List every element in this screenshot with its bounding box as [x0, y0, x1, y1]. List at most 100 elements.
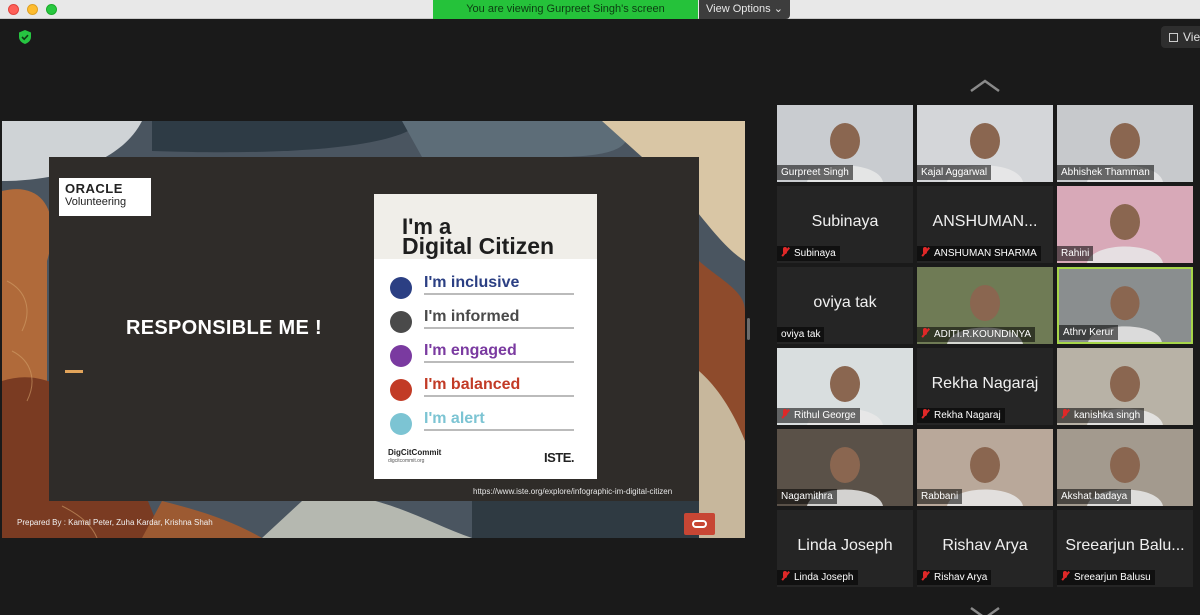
- gallery-scroll-up-icon[interactable]: [969, 79, 1001, 93]
- poster-item-label: I'm inclusive: [424, 274, 520, 291]
- digital-citizen-poster: I'm a Digital Citizen I'm inclusive I'm i…: [374, 194, 597, 479]
- participant-name-label: ADITI.R.KOUNDINYA: [917, 327, 1036, 342]
- participant-tile[interactable]: Abhishek Thamman: [1057, 105, 1193, 182]
- participant-tile[interactable]: Nagamithra: [777, 429, 913, 506]
- view-layout-label: Vie: [1183, 30, 1200, 44]
- participant-name: Rabbani: [921, 491, 959, 502]
- participant-tile[interactable]: kanishka singh: [1057, 348, 1193, 425]
- participant-name: Subinaya: [794, 248, 836, 259]
- poster-item-description: [424, 361, 574, 363]
- handshake-icon: [390, 277, 412, 299]
- shared-screen-slide: ORACLE Volunteering RESPONSIBLE ME ! I'm…: [2, 121, 745, 538]
- muted-mic-icon: [921, 328, 929, 338]
- participant-name: ANSHUMAN SHARMA: [934, 248, 1037, 259]
- participant-name-label: ANSHUMAN SHARMA: [917, 246, 1041, 261]
- participant-name: oviya tak: [781, 329, 821, 340]
- participant-name-label: Akshat badaya: [1057, 489, 1132, 504]
- chevron-down-icon: ⌄: [773, 3, 783, 15]
- participant-tile[interactable]: Sreearjun Balu... Sreearjun Balusu: [1057, 510, 1193, 587]
- participant-tile[interactable]: Gurpreet Singh: [777, 105, 913, 182]
- accent-line: [65, 370, 83, 373]
- participant-name-label: kanishka singh: [1057, 408, 1145, 423]
- muted-mic-icon: [921, 409, 929, 419]
- poster-item: I'm alert: [390, 410, 590, 440]
- poster-footer-left: DigCitCommit: [388, 448, 442, 457]
- participant-tile[interactable]: Rithul George: [777, 348, 913, 425]
- participant-name-label: oviya tak: [777, 327, 825, 342]
- participant-tile[interactable]: Rishav Arya Rishav Arya: [917, 510, 1053, 587]
- participant-name-label: Linda Joseph: [777, 570, 858, 585]
- poster-item-description: [424, 395, 574, 397]
- participant-name-label: Rabbani: [917, 489, 963, 504]
- scale-icon: [390, 379, 412, 401]
- participant-name: Linda Joseph: [794, 572, 854, 583]
- participant-name: Rekha Nagaraj: [934, 410, 1001, 421]
- participant-name: Gurpreet Singh: [781, 167, 849, 178]
- participant-name-label: Kajal Aggarwal: [917, 165, 992, 180]
- oracle-badge-icon: [684, 513, 715, 535]
- participant-tile[interactable]: Subinaya Subinaya: [777, 186, 913, 263]
- participant-tile[interactable]: Athrv Kerur: [1057, 267, 1193, 344]
- poster-header: I'm a Digital Citizen: [374, 194, 597, 259]
- grid-icon: [1169, 33, 1178, 42]
- poster-footer-small: digcitcommit.org: [388, 458, 425, 464]
- poster-item-label: I'm engaged: [424, 342, 517, 359]
- participant-tile[interactable]: Akshat badaya: [1057, 429, 1193, 506]
- participant-name: Rithul George: [794, 410, 856, 421]
- participant-name-display: Linda Joseph: [797, 537, 893, 554]
- poster-item-description: [424, 293, 574, 295]
- participant-name-label: Rishav Arya: [917, 570, 992, 585]
- participant-tile[interactable]: Rabbani: [917, 429, 1053, 506]
- muted-mic-icon: [1061, 409, 1069, 419]
- poster-item: I'm inclusive: [390, 274, 590, 304]
- fullscreen-window-button[interactable]: [46, 4, 57, 15]
- muted-mic-icon: [921, 247, 929, 257]
- poster-item-description: [424, 327, 574, 329]
- participant-name: Nagamithra: [781, 491, 833, 502]
- view-options-button[interactable]: View Options ⌄: [699, 0, 790, 19]
- participant-name-label: Gurpreet Singh: [777, 165, 853, 180]
- participant-tile[interactable]: Kajal Aggarwal: [917, 105, 1053, 182]
- participant-name-label: Rithul George: [777, 408, 860, 423]
- view-layout-button[interactable]: Vie: [1161, 26, 1200, 48]
- poster-title-line2: Digital Citizen: [402, 233, 555, 259]
- participant-tile[interactable]: Rekha Nagaraj Rekha Nagaraj: [917, 348, 1053, 425]
- view-options-label: View Options: [706, 3, 771, 15]
- poster-item: I'm balanced: [390, 376, 590, 406]
- participant-tile[interactable]: ANSHUMAN... ANSHUMAN SHARMA: [917, 186, 1053, 263]
- participant-name-label: Subinaya: [777, 246, 840, 261]
- title-bar: You are viewing Gurpreet Singh's screen …: [0, 0, 1200, 19]
- encryption-shield-icon[interactable]: [17, 29, 33, 45]
- participant-name: Sreearjun Balusu: [1074, 572, 1151, 583]
- screen-share-banner: You are viewing Gurpreet Singh's screen: [433, 0, 698, 19]
- participant-name: kanishka singh: [1074, 410, 1141, 421]
- poster-item-description: [424, 429, 574, 431]
- participant-name: Rahini: [1061, 248, 1090, 259]
- participant-name: Rishav Arya: [934, 572, 988, 583]
- participant-tile[interactable]: Rahini: [1057, 186, 1193, 263]
- megaphone-icon: [390, 345, 412, 367]
- participant-name-display: Rishav Arya: [942, 537, 1028, 554]
- minimize-window-button[interactable]: [27, 4, 38, 15]
- participant-name: Athrv Kerur: [1063, 327, 1114, 338]
- participant-name-display: oviya tak: [813, 294, 877, 311]
- poster-item-label: I'm balanced: [424, 376, 521, 393]
- logo-line1: ORACLE: [65, 181, 123, 196]
- participant-name-label: Abhishek Thamman: [1057, 165, 1154, 180]
- poster-item: I'm informed: [390, 308, 590, 338]
- participant-tile[interactable]: Linda Joseph Linda Joseph: [777, 510, 913, 587]
- participant-name: Abhishek Thamman: [1061, 167, 1150, 178]
- participant-tile[interactable]: ADITI.R.KOUNDINYA: [917, 267, 1053, 344]
- poster-item-label: I'm informed: [424, 308, 520, 325]
- fingerprint-icon: [390, 413, 412, 435]
- split-divider-handle[interactable]: [747, 318, 750, 340]
- participant-name: Kajal Aggarwal: [921, 167, 988, 178]
- muted-mic-icon: [921, 571, 929, 581]
- close-window-button[interactable]: [8, 4, 19, 15]
- participant-name-label: Athrv Kerur: [1059, 325, 1118, 340]
- participant-tile[interactable]: oviya tak oviya tak: [777, 267, 913, 344]
- oracle-volunteering-logo: ORACLE Volunteering: [59, 178, 151, 216]
- iste-logo: ISTE.: [544, 450, 575, 465]
- gallery-scroll-down-icon[interactable]: [969, 606, 1001, 615]
- participant-name-display: Subinaya: [811, 213, 879, 230]
